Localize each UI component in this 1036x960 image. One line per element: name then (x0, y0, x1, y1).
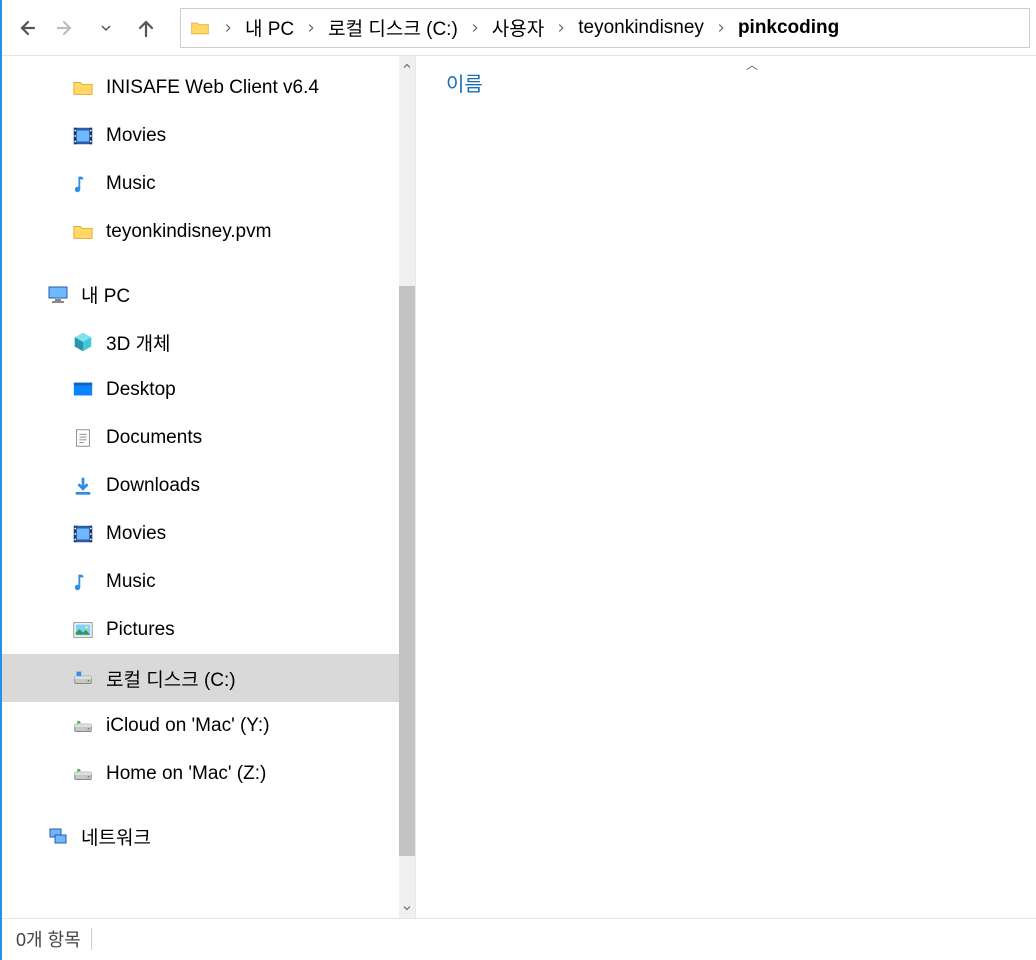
video-icon (70, 521, 96, 547)
download-icon (70, 473, 96, 499)
desktop-icon (70, 377, 96, 403)
music-icon (70, 569, 96, 595)
chevron-right-icon[interactable] (464, 21, 486, 35)
tree-item-label: Pictures (106, 619, 175, 641)
tree-item-pvm[interactable]: teyonkindisney.pvm (2, 208, 399, 256)
main-split: INISAFE Web Client v6.4 Movies Music tey… (2, 56, 1036, 918)
network-drive-icon (70, 713, 96, 739)
tree-item-documents[interactable]: Documents (2, 414, 399, 462)
cube-icon (70, 329, 96, 355)
tree-item-inisafe[interactable]: INISAFE Web Client v6.4 (2, 64, 399, 112)
tree-item-music-pc[interactable]: Music (2, 558, 399, 606)
forward-button[interactable] (48, 10, 84, 46)
tree-item-label: Movies (106, 125, 166, 147)
breadcrumb-my-pc[interactable]: 내 PC (239, 9, 300, 47)
picture-icon (70, 617, 96, 643)
breadcrumb-users[interactable]: 사용자 (486, 9, 550, 47)
tree-item-label: Documents (106, 427, 202, 449)
breadcrumb-user[interactable]: teyonkindisney (572, 9, 710, 47)
file-list-pane[interactable]: ︿ 이름 (415, 56, 1036, 918)
folder-icon (187, 15, 213, 41)
tree-item-label: 네트워크 (81, 823, 151, 850)
network-icon (45, 823, 71, 849)
scroll-down-button[interactable] (399, 898, 415, 918)
tree-item-label: Music (106, 571, 156, 593)
tree-item-label: 3D 개체 (106, 329, 171, 356)
tree-item-movies[interactable]: Movies (2, 112, 399, 160)
video-icon (70, 123, 96, 149)
chevron-right-icon[interactable] (710, 21, 732, 35)
tree-item-label: Home on 'Mac' (Z:) (106, 763, 266, 785)
folder-icon (70, 75, 96, 101)
tree-item-label: Movies (106, 523, 166, 545)
sort-indicator-icon: ︿ (746, 56, 758, 73)
tree-item-label: Desktop (106, 379, 176, 401)
up-button[interactable] (128, 10, 164, 46)
tree-item-label: teyonkindisney.pvm (106, 221, 271, 243)
scroll-up-button[interactable] (399, 56, 415, 76)
tree-item-label: iCloud on 'Mac' (Y:) (106, 715, 270, 737)
address-bar-row: 내 PC 로컬 디스크 (C:) 사용자 teyonkindisney pink… (2, 0, 1036, 56)
chevron-right-icon[interactable] (550, 21, 572, 35)
tree-item-music[interactable]: Music (2, 160, 399, 208)
back-button[interactable] (8, 10, 44, 46)
tree-item-3d-objects[interactable]: 3D 개체 (2, 318, 399, 366)
status-item-count: 0개 항목 (16, 926, 81, 952)
tree-item-home-drive[interactable]: Home on 'Mac' (Z:) (2, 750, 399, 798)
tree-item-my-pc[interactable]: 내 PC (2, 270, 399, 318)
nav-tree: INISAFE Web Client v6.4 Movies Music tey… (2, 56, 399, 918)
tree-item-label: 로컬 디스크 (C:) (106, 665, 236, 692)
chevron-right-icon[interactable] (217, 21, 239, 35)
tree-item-label: Music (106, 173, 156, 195)
navigation-pane: INISAFE Web Client v6.4 Movies Music tey… (2, 56, 415, 918)
document-icon (70, 425, 96, 451)
tree-item-movies-pc[interactable]: Movies (2, 510, 399, 558)
breadcrumb-local-disk[interactable]: 로컬 디스크 (C:) (322, 9, 464, 47)
breadcrumb-current[interactable]: pinkcoding (732, 9, 845, 47)
tree-item-desktop[interactable]: Desktop (2, 366, 399, 414)
column-header-name[interactable]: 이름 (446, 68, 483, 97)
nav-scrollbar[interactable] (399, 56, 415, 918)
tree-item-icloud-drive[interactable]: iCloud on 'Mac' (Y:) (2, 702, 399, 750)
history-dropdown[interactable] (88, 10, 124, 46)
folder-icon (70, 219, 96, 245)
address-bar[interactable]: 내 PC 로컬 디스크 (C:) 사용자 teyonkindisney pink… (180, 8, 1030, 48)
tree-item-network[interactable]: 네트워크 (2, 812, 399, 860)
music-icon (70, 171, 96, 197)
tree-item-downloads[interactable]: Downloads (2, 462, 399, 510)
status-bar: 0개 항목 (2, 918, 1036, 958)
pc-icon (45, 281, 71, 307)
status-divider (91, 928, 92, 950)
scroll-thumb[interactable] (399, 286, 415, 856)
network-drive-icon (70, 761, 96, 787)
chevron-right-icon[interactable] (300, 21, 322, 35)
tree-item-label: INISAFE Web Client v6.4 (106, 77, 319, 99)
tree-item-pictures[interactable]: Pictures (2, 606, 399, 654)
tree-item-local-disk[interactable]: 로컬 디스크 (C:) (2, 654, 399, 702)
tree-item-label: 내 PC (81, 281, 130, 308)
tree-item-label: Downloads (106, 475, 200, 497)
disk-icon (70, 665, 96, 691)
